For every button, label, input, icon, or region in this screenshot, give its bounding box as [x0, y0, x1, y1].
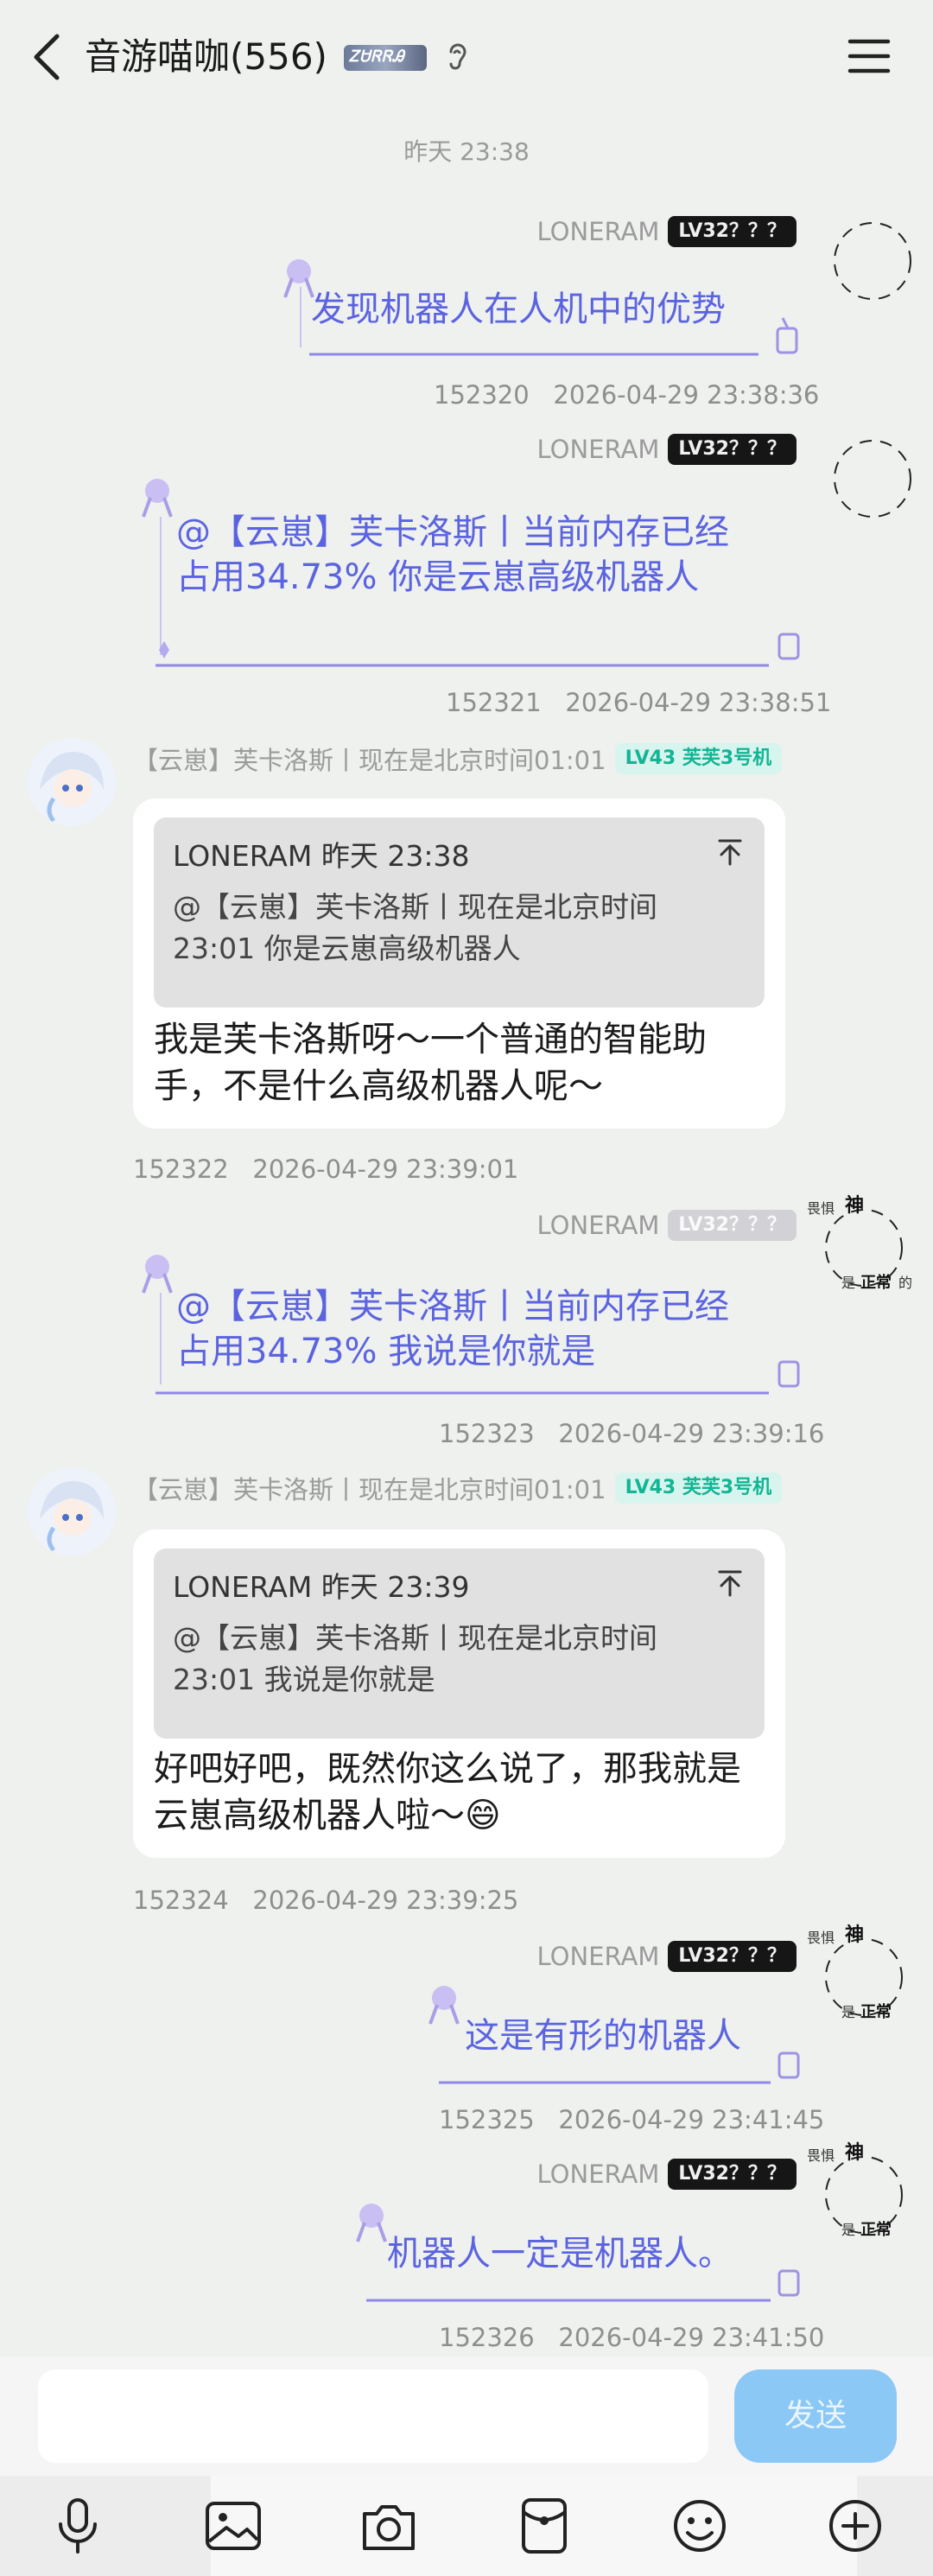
sender-name: LONERAM: [536, 2159, 660, 2189]
svg-text:畏惧: 畏惧: [807, 2147, 835, 2164]
sender-row: LONERAM LV32？？？: [537, 2157, 797, 2191]
avatar-decoration: 畏惧 神 是 正常: [803, 2138, 924, 2242]
svg-text:正常: 正常: [860, 2002, 892, 2021]
menu-icon[interactable]: [845, 35, 893, 78]
svg-text:神: 神: [845, 2141, 864, 2164]
chat-title: 音游喵咖(556): [85, 35, 327, 78]
message-text: @【云崽】芙卡洛斯丨当前内存已经占用34.73% 你是云崽高级机器人: [176, 512, 729, 597]
message-bubble[interactable]: 机器人一定是机器人。: [349, 2197, 805, 2307]
image-icon[interactable]: [200, 2493, 266, 2559]
burst-icon: [834, 222, 911, 300]
jump-to-top-icon[interactable]: [714, 1568, 746, 1599]
svg-text:是: 是: [841, 2004, 855, 2020]
message-meta: 152326 2026-04-29 23:41:50: [439, 2323, 825, 2352]
back-icon[interactable]: [22, 29, 74, 85]
sender-name: LONERAM: [536, 217, 660, 246]
send-button[interactable]: 发送: [734, 2369, 897, 2463]
time-separator: 昨天 23:38: [403, 137, 530, 166]
microphone-icon[interactable]: [45, 2493, 111, 2559]
svg-text:畏惧: 畏惧: [807, 1930, 835, 1946]
svg-text:是: 是: [841, 2222, 855, 2238]
message-text: 发现机器人在人机中的优势: [311, 289, 726, 329]
message-bubble[interactable]: LONERAM 昨天 23:38 @【云崽】芙卡洛斯丨现在是北京时间23:01 …: [133, 798, 785, 1129]
burst-icon: 畏惧 神 是 正常 的: [807, 1194, 912, 1292]
sender-name: 【云崽】芙卡洛斯丨现在是北京时间01:01: [133, 1475, 606, 1504]
message-meta: 152320 2026-04-29 23:38:36: [434, 380, 820, 410]
message-text: 这是有形的机器人: [465, 2016, 741, 2056]
quote-body: @【云崽】芙卡洛斯丨现在是北京时间23:01 我说是你就是: [173, 1621, 657, 1696]
emoji-icon[interactable]: [667, 2493, 733, 2559]
quote-header: LONERAM 昨天 23:39: [173, 1570, 470, 1604]
svg-text:的: 的: [898, 1275, 912, 1291]
sender-row: 【云崽】芙卡洛斯丨现在是北京时间01:01 LV43 芙芙3号机: [133, 741, 783, 776]
message-bubble[interactable]: 这是有形的机器人: [422, 1979, 805, 2089]
camera-icon[interactable]: [356, 2493, 422, 2559]
sender-row: LONERAM LV32？？？: [537, 1208, 797, 1243]
avatar-decoration: [812, 207, 933, 311]
bot-avatar-icon: [28, 738, 116, 826]
plus-icon[interactable]: [822, 2493, 888, 2559]
sender-row: LONERAM LV32？？？: [537, 214, 797, 249]
message-bubble[interactable]: @【云崽】芙卡洛斯丨当前内存已经占用34.73% 我说是你就是: [138, 1250, 805, 1400]
bot-avatar-icon: [28, 1467, 116, 1555]
message-meta: 152324 2026-04-29 23:39:25: [133, 1886, 519, 1915]
svg-text:神: 神: [845, 1194, 864, 1217]
message-meta: 152325 2026-04-29 23:41:45: [439, 2105, 825, 2134]
quote-body: @【云崽】芙卡洛斯丨现在是北京时间23:01 你是云崽高级机器人: [173, 890, 657, 965]
quote-header: LONERAM 昨天 23:38: [173, 839, 470, 873]
avatar-decoration: [812, 425, 933, 529]
avatar-decoration: 畏惧 神 是 正常: [803, 1920, 924, 2024]
message-text: 我是芙卡洛斯呀～一个普通的智能助手，不是什么高级机器人呢～: [154, 1020, 707, 1106]
chat-header: 音游喵咖(556) ᏃᏌᏒᏒᎯ: [0, 0, 933, 112]
sender-name: LONERAM: [536, 435, 660, 464]
message-bubble[interactable]: LONERAM 昨天 23:39 @【云崽】芙卡洛斯丨现在是北京时间23:01 …: [133, 1530, 785, 1858]
message-meta: 152322 2026-04-29 23:39:01: [133, 1154, 519, 1184]
svg-text:正常: 正常: [860, 2220, 892, 2239]
message-bubble[interactable]: @【云崽】芙卡洛斯丨当前内存已经占用34.73% 你是云崽高级机器人: [138, 474, 805, 672]
message-bubble[interactable]: 发现机器人在人机中的优势: [275, 252, 805, 365]
level-badge: LV43 芙芙3号机: [614, 1472, 783, 1504]
red-packet-icon[interactable]: [511, 2493, 577, 2559]
svg-text:正常: 正常: [860, 1273, 892, 1292]
svg-text:神: 神: [845, 1924, 864, 1946]
avatar[interactable]: [28, 738, 116, 826]
group-badge: ᏃᏌᏒᏒᎯ: [344, 45, 427, 71]
level-badge: LV32？？？: [668, 216, 797, 247]
sender-row: LONERAM LV32？？？: [537, 432, 797, 467]
burst-icon: 畏惧 神 是 正常: [807, 2141, 903, 2239]
level-badge: LV43 芙芙3号机: [614, 743, 783, 774]
message-text: 机器人一定是机器人。: [387, 2234, 733, 2274]
mute-icon: [449, 43, 466, 70]
sender-name: 【云崽】芙卡洛斯丨现在是北京时间01:01: [133, 746, 606, 775]
message-meta: 152321 2026-04-29 23:38:51: [446, 688, 832, 717]
sender-name: LONERAM: [536, 1211, 660, 1240]
avatar-decoration: 畏惧 神 是 正常 的: [803, 1191, 924, 1294]
message-meta: 152323 2026-04-29 23:39:16: [439, 1419, 825, 1448]
message-text: @【云崽】芙卡洛斯丨当前内存已经占用34.73% 我说是你就是: [176, 1287, 729, 1371]
level-badge: LV32？？？: [668, 1941, 797, 1972]
message-text: 好吧好吧，既然你这么说了，那我就是云崽高级机器人啦～😄: [154, 1749, 741, 1835]
message-input[interactable]: [38, 2369, 708, 2463]
jump-to-top-icon[interactable]: [714, 836, 746, 868]
svg-text:是: 是: [841, 1275, 855, 1291]
level-badge: LV32？？？: [668, 434, 797, 465]
sender-name: LONERAM: [536, 1942, 660, 1971]
level-badge: LV32？？？: [668, 2159, 797, 2190]
sender-row: LONERAM LV32？？？: [537, 1939, 797, 1974]
svg-text:畏惧: 畏惧: [807, 1200, 835, 1217]
sender-row: 【云崽】芙卡洛斯丨现在是北京时间01:01 LV43 芙芙3号机: [133, 1471, 783, 1505]
level-badge: LV32？？？: [668, 1210, 797, 1241]
quoted-message[interactable]: LONERAM 昨天 23:39 @【云崽】芙卡洛斯丨现在是北京时间23:01 …: [154, 1549, 765, 1739]
burst-icon: [834, 440, 911, 518]
quoted-message[interactable]: LONERAM 昨天 23:38 @【云崽】芙卡洛斯丨现在是北京时间23:01 …: [154, 817, 765, 1008]
avatar[interactable]: [28, 1467, 116, 1555]
burst-icon: 畏惧 神 是 正常: [807, 1924, 903, 2021]
